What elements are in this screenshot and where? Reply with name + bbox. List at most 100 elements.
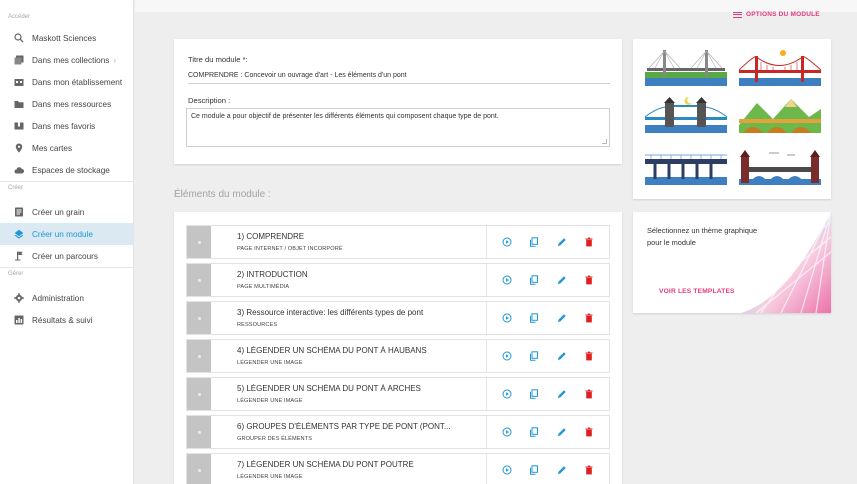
element-row[interactable]: 6) GROUPES D'ÉLÉMENTS PAR TYPE DE PONT (… — [186, 415, 610, 449]
delete-icon[interactable] — [583, 426, 595, 438]
sidebar-item-maskott-sciences[interactable]: Maskott Sciences — [0, 27, 134, 49]
element-title: 4) LÉGENDER UN SCHÉMA DU PONT À HAUBANS — [237, 346, 427, 355]
folder-icon — [13, 98, 25, 110]
element-info: 5) LÉGENDER UN SCHÉMA DU PONT À ARCHES LÉ… — [211, 378, 487, 410]
preview-icon[interactable] — [501, 350, 513, 362]
sidebar-item-cartes[interactable]: Mes cartes — [0, 137, 134, 159]
bookmark-icon — [13, 120, 25, 132]
sidebar-item-creer-parcours[interactable]: Créer un parcours — [0, 245, 134, 267]
preview-icon[interactable] — [501, 274, 513, 286]
duplicate-icon[interactable] — [528, 274, 540, 286]
sidebar: Accéder Maskott Sciences Dans mes collec… — [0, 0, 134, 484]
drag-handle-icon[interactable] — [187, 264, 211, 296]
path-icon — [13, 250, 25, 262]
duplicate-icon[interactable] — [528, 236, 540, 248]
element-info: 7) LÉGENDER UN SCHÉMA DU PONT POUTRE LÉGE… — [211, 454, 487, 484]
delete-icon[interactable] — [583, 464, 595, 476]
element-row[interactable]: 4) LÉGENDER UN SCHÉMA DU PONT À HAUBANS L… — [186, 339, 610, 373]
preview-icon[interactable] — [501, 426, 513, 438]
beam-bridge-image — [645, 154, 727, 185]
stone-bridge-image — [739, 150, 821, 185]
element-row[interactable]: 3) Ressource interactive: les différents… — [186, 301, 610, 335]
element-type: PAGE MULTIMÉDIA — [237, 284, 290, 290]
description-value: Ce module a pour objectif de présenter l… — [191, 113, 499, 120]
element-title: 1) COMPRENDRE — [237, 232, 305, 241]
sidebar-section-access: Accéder — [8, 14, 31, 20]
sidebar-item-label: Administration — [32, 293, 84, 303]
element-info: 2) INTRODUCTION PAGE MULTIMÉDIA — [211, 264, 487, 296]
sidebar-item-label: Créer un grain — [32, 207, 85, 217]
delete-icon[interactable] — [583, 236, 595, 248]
element-type: GROUPER DES ÉLÉMENTS — [237, 436, 313, 442]
delete-icon[interactable] — [583, 274, 595, 286]
sidebar-item-label: Dans mes collections — [32, 55, 110, 65]
preview-icon[interactable] — [501, 464, 513, 476]
sidebar-item-label: Dans mes ressources — [32, 99, 112, 109]
delete-icon[interactable] — [583, 350, 595, 362]
duplicate-icon[interactable] — [528, 426, 540, 438]
duplicate-icon[interactable] — [528, 312, 540, 324]
delete-icon[interactable] — [583, 312, 595, 324]
element-actions — [487, 302, 609, 334]
sidebar-item-ressources[interactable]: Dans mes ressources — [0, 93, 134, 115]
collection-icon — [13, 54, 25, 66]
element-info: 3) Ressource interactive: les différents… — [211, 302, 487, 334]
sidebar-item-stockage[interactable]: Espaces de stockage — [0, 159, 134, 181]
description-label: Description : — [188, 96, 231, 105]
sidebar-item-creer-grain[interactable]: Créer un grain — [0, 201, 134, 223]
sidebar-item-etablissement[interactable]: Dans mon établissement — [0, 71, 134, 93]
delete-icon[interactable] — [583, 388, 595, 400]
options-module-button[interactable]: OPTIONS DU MODULE — [733, 10, 820, 19]
element-row[interactable]: 1) COMPRENDRE PAGE INTERNET / OBJET INCOR… — [186, 225, 610, 259]
description-field[interactable]: Ce module a pour objectif de présenter l… — [186, 108, 610, 147]
element-actions — [487, 378, 609, 410]
sidebar-section-manage: Gérer — [8, 271, 24, 277]
drag-handle-icon[interactable] — [187, 340, 211, 372]
edit-icon[interactable] — [556, 274, 568, 286]
element-info: 6) GROUPES D'ÉLÉMENTS PAR TYPE DE PONT (… — [211, 416, 487, 448]
sidebar-item-administration[interactable]: Administration — [0, 287, 134, 309]
options-module-label: OPTIONS DU MODULE — [746, 11, 820, 18]
sidebar-item-label: Résultats & suivi — [32, 315, 93, 325]
preview-icon[interactable] — [501, 312, 513, 324]
resize-handle-icon[interactable] — [602, 139, 607, 144]
drag-handle-icon[interactable] — [187, 416, 211, 448]
sidebar-item-collections[interactable]: Dans mes collections › — [0, 49, 134, 71]
sidebar-item-label: Créer un parcours — [32, 251, 98, 261]
element-row[interactable]: 7) LÉGENDER UN SCHÉMA DU PONT POUTRE LÉGE… — [186, 453, 610, 484]
title-field[interactable]: COMPRENDRE : Concevoir un ouvrage d'art … — [188, 72, 610, 84]
chevron-right-icon: › — [113, 55, 117, 65]
element-type: PAGE INTERNET / OBJET INCORPORÉ — [237, 246, 343, 252]
view-templates-button[interactable]: VOIR LES TEMPLATES — [659, 288, 735, 295]
drag-handle-icon[interactable] — [187, 454, 211, 484]
theme-description: Sélectionnez un thème graphique pour le … — [647, 226, 758, 247]
duplicate-icon[interactable] — [528, 350, 540, 362]
map-pin-icon — [13, 142, 25, 154]
edit-icon[interactable] — [556, 388, 568, 400]
element-type: RESSOURCES — [237, 322, 278, 328]
menu-icon — [733, 10, 742, 19]
preview-icon[interactable] — [501, 236, 513, 248]
preview-icon[interactable] — [501, 388, 513, 400]
arch-bridge-image — [739, 99, 821, 133]
element-row[interactable]: 5) LÉGENDER UN SCHÉMA DU PONT À ARCHES LÉ… — [186, 377, 610, 411]
elements-list: 1) COMPRENDRE PAGE INTERNET / OBJET INCOR… — [174, 212, 622, 484]
edit-icon[interactable] — [556, 426, 568, 438]
element-row[interactable]: 2) INTRODUCTION PAGE MULTIMÉDIA — [186, 263, 610, 297]
drag-handle-icon[interactable] — [187, 378, 211, 410]
element-actions — [487, 226, 609, 258]
edit-icon[interactable] — [556, 464, 568, 476]
edit-icon[interactable] — [556, 350, 568, 362]
duplicate-icon[interactable] — [528, 388, 540, 400]
sidebar-item-creer-module[interactable]: Créer un module — [0, 223, 134, 245]
drag-handle-icon[interactable] — [187, 302, 211, 334]
element-title: 2) INTRODUCTION — [237, 270, 308, 279]
element-actions — [487, 264, 609, 296]
sidebar-item-resultats[interactable]: Résultats & suivi — [0, 309, 134, 331]
edit-icon[interactable] — [556, 236, 568, 248]
sidebar-item-favoris[interactable]: Dans mes favoris — [0, 115, 134, 137]
edit-icon[interactable] — [556, 312, 568, 324]
sidebar-item-label: Créer un module — [32, 229, 93, 239]
duplicate-icon[interactable] — [528, 464, 540, 476]
drag-handle-icon[interactable] — [187, 226, 211, 258]
